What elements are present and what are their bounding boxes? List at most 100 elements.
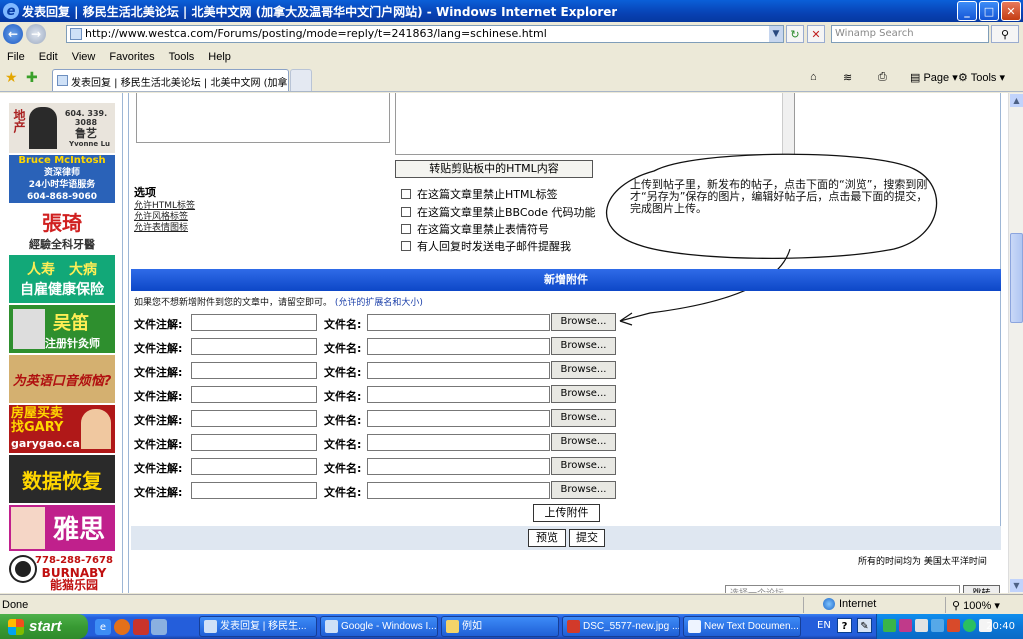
ad-banner[interactable]: 数据恢复 — [9, 455, 115, 503]
ad-banner[interactable]: 房屋买卖 找GARY garygao.ca — [9, 405, 115, 453]
forum-jump-select[interactable]: 选择一个论坛 — [725, 585, 960, 593]
new-tab-button[interactable] — [290, 69, 312, 91]
checkbox[interactable] — [401, 224, 411, 234]
print-icon[interactable]: ⎙ — [878, 71, 887, 84]
browse-button[interactable]: Browse... — [551, 385, 616, 403]
checkbox-disable-smilies[interactable]: 在这篇文章里禁止表情符号 — [401, 221, 549, 237]
checkbox-disable-html[interactable]: 在这篇文章里禁止HTML标签 — [401, 186, 558, 202]
ad-banner[interactable]: 張琦 經驗全科牙醫 — [9, 205, 115, 253]
menu-help[interactable]: Help — [201, 51, 238, 63]
browse-button[interactable]: Browse... — [551, 313, 616, 331]
close-button[interactable]: ✕ — [1001, 1, 1021, 21]
zoom-control[interactable]: ⚲ 100% ▾ — [952, 599, 1000, 612]
submit-button[interactable]: 提交 — [569, 529, 605, 547]
help-icon[interactable]: ? — [837, 618, 852, 633]
browse-button[interactable]: Browse... — [551, 337, 616, 355]
add-favorite-icon[interactable]: ✚ — [26, 70, 38, 86]
address-dropdown-icon[interactable]: ▼ — [769, 26, 783, 42]
allowed-extensions-link[interactable]: (允许的扩展名和大小) — [335, 298, 423, 308]
browse-button[interactable]: Browse... — [551, 457, 616, 475]
file-comment-input[interactable] — [191, 410, 317, 427]
menu-edit[interactable]: Edit — [32, 51, 65, 63]
menu-tools[interactable]: Tools — [162, 51, 202, 63]
file-comment-input[interactable] — [191, 482, 317, 499]
favorites-star-icon[interactable]: ★ — [5, 70, 18, 86]
tray-app-icon[interactable] — [947, 619, 960, 632]
menu-favorites[interactable]: Favorites — [102, 51, 161, 63]
paste-html-button[interactable]: 转贴剪贴板中的HTML内容 — [395, 160, 593, 178]
ad-banner[interactable]: 吴笛 注册针灸师 — [9, 305, 115, 353]
wifi-icon[interactable] — [963, 619, 976, 632]
tab-active[interactable]: 发表回复 | 移民生活北美论坛 | 北美中文网 (加拿... — [52, 69, 289, 91]
back-button[interactable]: ← — [3, 24, 23, 44]
file-name-input[interactable] — [367, 338, 550, 355]
stop-button[interactable]: ✕ — [807, 25, 825, 43]
ad-banner[interactable]: 地产 604. 339. 3088 鲁艺 Yvonne Lu — [9, 103, 115, 153]
file-name-input[interactable] — [367, 386, 550, 403]
tools-menu[interactable]: ⚙ Tools ▾ — [958, 71, 1005, 84]
maximize-button[interactable]: □ — [979, 1, 999, 21]
checkbox[interactable] — [401, 241, 411, 251]
file-comment-input[interactable] — [191, 458, 317, 475]
file-name-input[interactable] — [367, 482, 550, 499]
language-indicator[interactable]: EN — [817, 620, 831, 631]
textarea-scrollbar[interactable] — [782, 93, 794, 154]
desktop-quicklaunch-icon[interactable] — [151, 619, 167, 635]
home-icon[interactable]: ⌂ — [810, 71, 817, 83]
file-name-input[interactable] — [367, 410, 550, 427]
forum-jump-button[interactable]: 跳转 — [963, 585, 1000, 593]
minimize-button[interactable]: _ — [957, 1, 977, 21]
file-comment-input[interactable] — [191, 434, 317, 451]
forward-button[interactable]: → — [26, 24, 46, 44]
feeds-icon[interactable]: ≋ — [843, 71, 852, 84]
page-menu[interactable]: ▤ Page ▾ — [910, 71, 958, 84]
menu-file[interactable]: File — [0, 51, 32, 63]
file-name-input[interactable] — [367, 434, 550, 451]
taskbar-item[interactable]: DSC_5577-new.jpg ... — [562, 616, 680, 637]
refresh-button[interactable]: ↻ — [786, 25, 804, 43]
tray-app-icon[interactable] — [915, 619, 928, 632]
start-button[interactable]: start — [0, 614, 88, 639]
message-textarea-left[interactable] — [136, 93, 390, 143]
checkbox-notify[interactable]: 有人回复时发送电子邮件提醒我 — [401, 238, 571, 254]
taskbar-item[interactable]: 发表回复 | 移民生... — [199, 616, 317, 637]
browse-button[interactable]: Browse... — [551, 409, 616, 427]
search-input[interactable]: Winamp Search — [831, 25, 989, 43]
taskbar-item[interactable]: 例如 — [441, 616, 559, 637]
upload-attachment-button[interactable]: 上传附件 — [533, 504, 600, 522]
menu-view[interactable]: View — [65, 51, 103, 63]
ad-banner[interactable]: 雅思 — [9, 505, 115, 551]
file-comment-input[interactable] — [191, 314, 317, 331]
scroll-thumb[interactable] — [1010, 233, 1023, 323]
ad-banner[interactable]: 778-288-7678 BURNABY 能猫乐园 — [9, 553, 115, 593]
ad-banner[interactable]: Bruce McIntosh 资深律师 24小时华语服务 604-868-906… — [9, 155, 115, 203]
checkbox[interactable] — [401, 189, 411, 199]
ime-icon[interactable]: ✎ — [857, 618, 872, 633]
network-icon[interactable] — [883, 619, 896, 632]
taskbar-item[interactable]: New Text Documen... — [683, 616, 801, 637]
file-name-input[interactable] — [367, 314, 550, 331]
search-go-button[interactable]: ⚲ — [991, 25, 1019, 43]
taskbar-item[interactable]: Google - Windows I... — [320, 616, 438, 637]
file-comment-input[interactable] — [191, 338, 317, 355]
checkbox-disable-bbcode[interactable]: 在这篇文章里禁止BBCode 代码功能 — [401, 204, 596, 220]
scroll-up-icon[interactable]: ▲ — [1010, 94, 1023, 107]
scroll-down-icon[interactable]: ▼ — [1010, 579, 1023, 592]
browse-button[interactable]: Browse... — [551, 361, 616, 379]
address-bar[interactable]: http://www.westca.com/Forums/posting/mod… — [66, 25, 784, 43]
app-quicklaunch-icon[interactable] — [133, 619, 149, 635]
browse-button[interactable]: Browse... — [551, 481, 616, 499]
ad-banner[interactable]: 为英语口音烦恼? — [9, 355, 115, 403]
ie-quicklaunch-icon[interactable]: e — [95, 619, 111, 635]
file-comment-input[interactable] — [191, 362, 317, 379]
firefox-quicklaunch-icon[interactable] — [114, 619, 130, 635]
file-name-input[interactable] — [367, 458, 550, 475]
tray-app-icon[interactable] — [899, 619, 912, 632]
browse-button[interactable]: Browse... — [551, 433, 616, 451]
file-name-input[interactable] — [367, 362, 550, 379]
option-link-smilies[interactable]: 允许表情图标 — [134, 220, 188, 233]
preview-button[interactable]: 预览 — [528, 529, 566, 547]
file-comment-input[interactable] — [191, 386, 317, 403]
tray-app-icon[interactable] — [931, 619, 944, 632]
ad-banner[interactable]: 人寿 大病 自雇健康保险 — [9, 255, 115, 303]
